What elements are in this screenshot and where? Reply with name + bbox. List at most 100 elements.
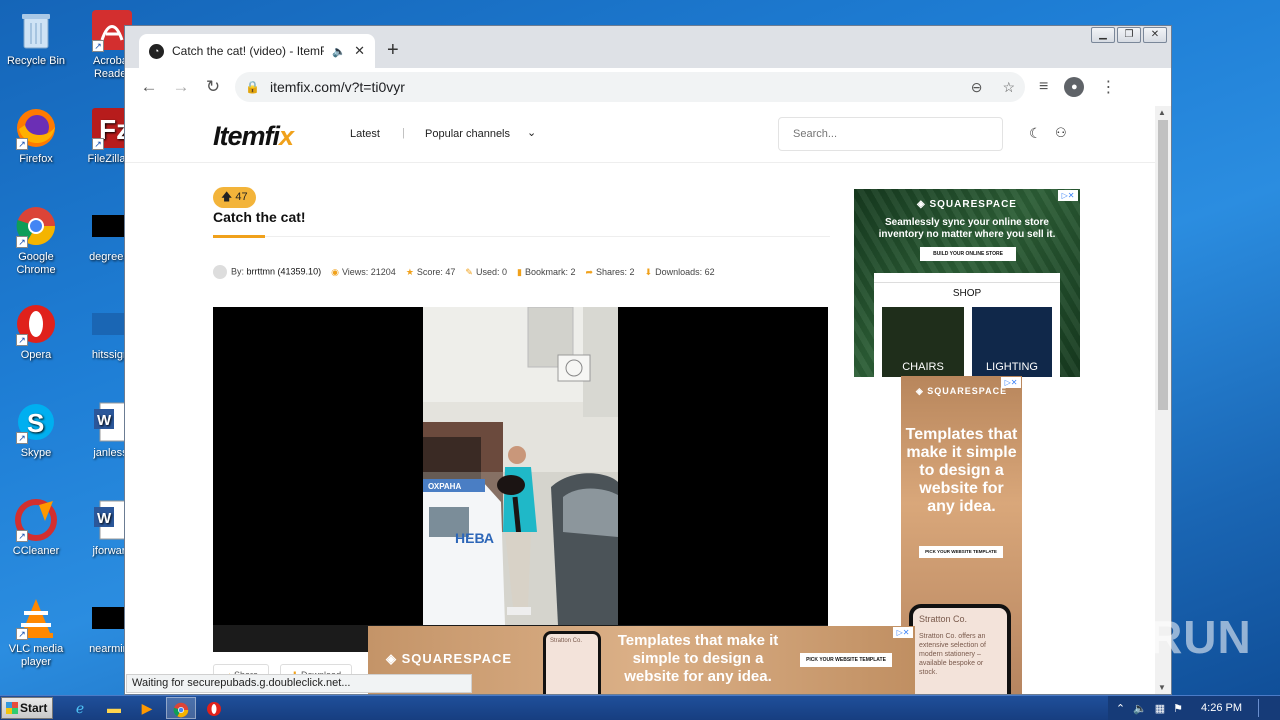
browser-status-bubble: Waiting for securepubads.g.doubleclick.n… bbox=[126, 674, 472, 693]
car-side-text: НЕВА bbox=[455, 530, 494, 546]
shortcut-arrow-icon: ↗ bbox=[16, 236, 28, 248]
scrollbar-thumb[interactable] bbox=[1158, 120, 1168, 410]
scroll-up-arrow-icon[interactable]: ▲ bbox=[1158, 108, 1166, 117]
upvote-arrow-icon: 🡅 bbox=[221, 191, 233, 203]
browser-window: ▁ ❐ ✕ ◔ Catch the cat! (video) - ItemFix… bbox=[124, 25, 1172, 695]
share-icon: ➦ bbox=[585, 266, 594, 277]
squarespace-logo: ◈ SQUARESPACE bbox=[917, 199, 1017, 210]
adchoices-icon[interactable]: ▷✕ bbox=[893, 627, 913, 638]
watermark-close-icon[interactable]: ✕ bbox=[1120, 638, 1138, 656]
desktop-icon-label: Google Chrome bbox=[16, 251, 56, 276]
desktop-icon-google-chrome[interactable]: ↗ Google Chrome bbox=[0, 204, 72, 277]
ccleaner-icon: ↗ bbox=[14, 498, 58, 542]
taskbar-explorer-icon[interactable]: ▬ bbox=[100, 697, 128, 719]
shortcut-arrow-icon: ↗ bbox=[16, 432, 28, 444]
nav-popular-channels-link[interactable]: Popular channels bbox=[425, 128, 510, 140]
menu-kebab-icon[interactable]: ⋮ bbox=[1100, 77, 1116, 97]
profile-avatar-icon[interactable]: ● bbox=[1064, 77, 1085, 97]
taskbar-ie-icon[interactable]: ℯ bbox=[66, 697, 94, 719]
search-input[interactable] bbox=[778, 117, 1003, 151]
car-sign-text: ОХРАНА bbox=[428, 482, 461, 491]
shop-title: SHOP bbox=[952, 288, 982, 299]
ad-headline: Seamlessly sync your online store invent… bbox=[878, 217, 1056, 240]
audio-playing-icon[interactable]: 🔈 bbox=[332, 45, 346, 58]
new-tab-button[interactable]: + bbox=[387, 40, 399, 60]
author-avatar[interactable] bbox=[213, 265, 227, 279]
page-scrollbar[interactable]: ▲ ▼ bbox=[1155, 106, 1171, 694]
video-player[interactable]: ОХРАНА НЕВА bbox=[213, 307, 828, 652]
desktop-icon-label: VLC media player bbox=[8, 643, 64, 668]
download-icon: ⬇ bbox=[644, 266, 653, 277]
taskbar-chrome-icon[interactable] bbox=[166, 697, 196, 719]
desktop-icon-recycle-bin[interactable]: Recycle Bin bbox=[0, 8, 72, 68]
windows-logo-icon bbox=[6, 702, 18, 714]
anyrun-watermark: ANY RUN bbox=[1036, 611, 1252, 663]
clock[interactable]: 4:26 PM bbox=[1201, 702, 1242, 714]
chevron-down-icon[interactable]: ⌄ bbox=[527, 126, 536, 139]
firefox-icon: ↗ bbox=[14, 106, 58, 150]
squarespace-icon: ◈ bbox=[917, 199, 930, 210]
site-header: Itemfix Latest | Popular channels ⌄ ☾ ⚇ bbox=[125, 106, 1155, 163]
bookmark-star-icon[interactable]: ☆ bbox=[1002, 79, 1015, 96]
close-tab-icon[interactable]: ✕ bbox=[354, 43, 365, 59]
skype-icon: S ↗ bbox=[14, 400, 58, 444]
minimize-button[interactable]: ▁ bbox=[1091, 27, 1115, 43]
desktop-icon-vlc[interactable]: ↗ VLC media player bbox=[0, 596, 72, 669]
show-desktop-button[interactable] bbox=[1258, 699, 1268, 717]
eye-icon: ◉ bbox=[331, 266, 339, 277]
ad-cta-button[interactable]: BUILD YOUR ONLINE STORE bbox=[920, 247, 1016, 261]
address-bar[interactable]: 🔒 itemfix.com/v?t=ti0vyr ⊖ ☆ bbox=[235, 72, 1025, 102]
url-text[interactable]: itemfix.com/v?t=ti0vyr bbox=[270, 79, 951, 95]
user-account-icon[interactable]: ⚇ bbox=[1055, 125, 1067, 141]
action-center-flag-icon[interactable]: ⚑ bbox=[1173, 702, 1183, 715]
phone-brand: Stratton Co. bbox=[919, 614, 968, 624]
ad-headline: Templates that make it simple to design … bbox=[905, 426, 1018, 515]
start-button[interactable]: Start bbox=[1, 697, 53, 719]
lighting-tile: LIGHTING bbox=[986, 361, 1038, 373]
back-button[interactable]: ← bbox=[133, 77, 165, 97]
forward-button[interactable]: → bbox=[165, 77, 197, 97]
media-controls-icon[interactable]: ≡ bbox=[1039, 78, 1048, 96]
ad-cta-button[interactable]: PICK YOUR WEBSITE TEMPLATE bbox=[919, 546, 1003, 558]
close-window-button[interactable]: ✕ bbox=[1143, 27, 1167, 43]
score-badge[interactable]: 🡅 47 bbox=[213, 187, 256, 208]
desktop-icon-firefox[interactable]: ↗ Firefox bbox=[0, 106, 72, 166]
taskbar-opera-icon[interactable] bbox=[200, 697, 228, 719]
ad-banner-online-store[interactable]: ◈ SQUARESPACE Seamlessly sync your onlin… bbox=[854, 189, 1080, 377]
tray-expand-icon[interactable]: ⌃ bbox=[1116, 702, 1125, 715]
chrome-icon: ↗ bbox=[14, 204, 58, 248]
title-accent-bar bbox=[213, 235, 265, 238]
desktop-icon-ccleaner[interactable]: ↗ CCleaner bbox=[0, 498, 72, 558]
ad-cta-button[interactable]: PICK YOUR WEBSITE TEMPLATE bbox=[800, 653, 892, 667]
adchoices-icon[interactable]: ▷✕ bbox=[1058, 190, 1078, 201]
desktop-icon-skype[interactable]: S ↗ Skype bbox=[0, 400, 72, 460]
tab-title: Catch the cat! (video) - ItemFix bbox=[172, 44, 325, 58]
ad-banner-templates-vertical[interactable]: ◈ SQUARESPACE Templates that make it sim… bbox=[901, 376, 1022, 694]
network-icon[interactable]: ▦ bbox=[1155, 702, 1165, 715]
adchoices-icon[interactable]: ▷✕ bbox=[1001, 377, 1021, 388]
dark-mode-moon-icon[interactable]: ☾ bbox=[1029, 125, 1042, 142]
shortcut-arrow-icon: ↗ bbox=[16, 334, 28, 346]
browser-tab[interactable]: ◔ Catch the cat! (video) - ItemFix 🔈 ✕ bbox=[139, 34, 375, 68]
desktop-icon-opera[interactable]: ↗ Opera bbox=[0, 302, 72, 362]
ad-phone-mockup: Stratton Co. Stratton Co. offers an exte… bbox=[909, 604, 1011, 694]
video-frame: ОХРАНА НЕВА bbox=[423, 307, 618, 625]
svg-text:W: W bbox=[97, 510, 112, 527]
shortcut-arrow-icon: ↗ bbox=[92, 40, 104, 52]
maximize-button[interactable]: ❐ bbox=[1117, 27, 1141, 43]
nav-latest-link[interactable]: Latest bbox=[350, 128, 380, 140]
author-link[interactable]: brrttmn (41359.10) bbox=[247, 266, 322, 276]
zoom-icon[interactable]: ⊖ bbox=[971, 79, 983, 96]
lock-icon[interactable]: 🔒 bbox=[245, 80, 260, 94]
reload-button[interactable]: ↻ bbox=[197, 77, 229, 97]
opera-icon: ↗ bbox=[14, 302, 58, 346]
taskbar-media-player-icon[interactable]: ▶ bbox=[133, 697, 161, 719]
vlc-icon: ↗ bbox=[14, 596, 58, 640]
itemfix-logo[interactable]: Itemfix bbox=[213, 121, 294, 152]
star-icon: ★ bbox=[405, 266, 414, 277]
meta-author: By: brrttmn (41359.10) bbox=[213, 265, 321, 279]
scroll-down-arrow-icon[interactable]: ▼ bbox=[1158, 683, 1166, 692]
ad-phone-mockup: Stratton Co. bbox=[543, 631, 601, 694]
shortcut-arrow-icon: ↗ bbox=[16, 628, 28, 640]
volume-icon[interactable]: 🔈 bbox=[1133, 702, 1147, 715]
